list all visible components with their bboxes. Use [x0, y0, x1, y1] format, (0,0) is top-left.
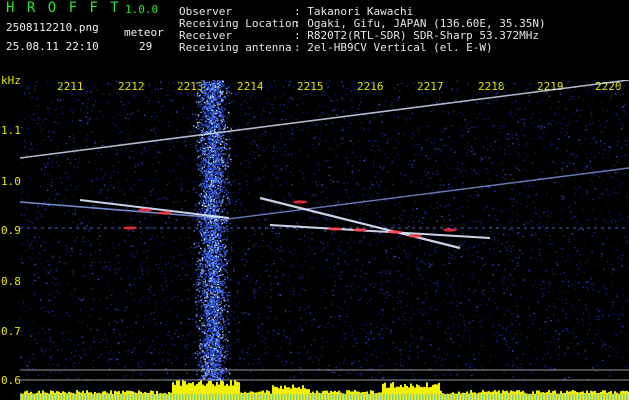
capture-datetime: 25.08.11 22:10: [6, 40, 99, 53]
noise-field: [20, 80, 629, 382]
freq-tick: 0.9: [1, 224, 21, 237]
antenna-label: Receiving antenna: [179, 41, 292, 54]
image-filename: 2508112210.png: [6, 21, 99, 34]
freq-tick: 0.7: [1, 325, 21, 338]
spectrogram: [20, 80, 629, 400]
freq-tick: 0.6: [1, 374, 21, 387]
app-title: H R O F F T: [6, 0, 121, 16]
hrofft-window: { "header": { "app_name": "H R O F F T",…: [0, 0, 629, 400]
signal-level-bar: [20, 380, 629, 400]
app-version: 1.0.0: [125, 3, 159, 16]
unit-label: kHz: [1, 74, 21, 87]
meteor-label: meteor: [124, 26, 164, 39]
antenna-value: : 2el-HB9CV Vertical (el. E-W): [294, 41, 493, 54]
freq-tick: 0.8: [1, 275, 21, 288]
meteor-count: 29: [139, 40, 153, 53]
freq-tick: 1.1: [1, 124, 21, 137]
freq-tick: 1.0: [1, 175, 21, 188]
meteor-traces: [20, 80, 629, 250]
